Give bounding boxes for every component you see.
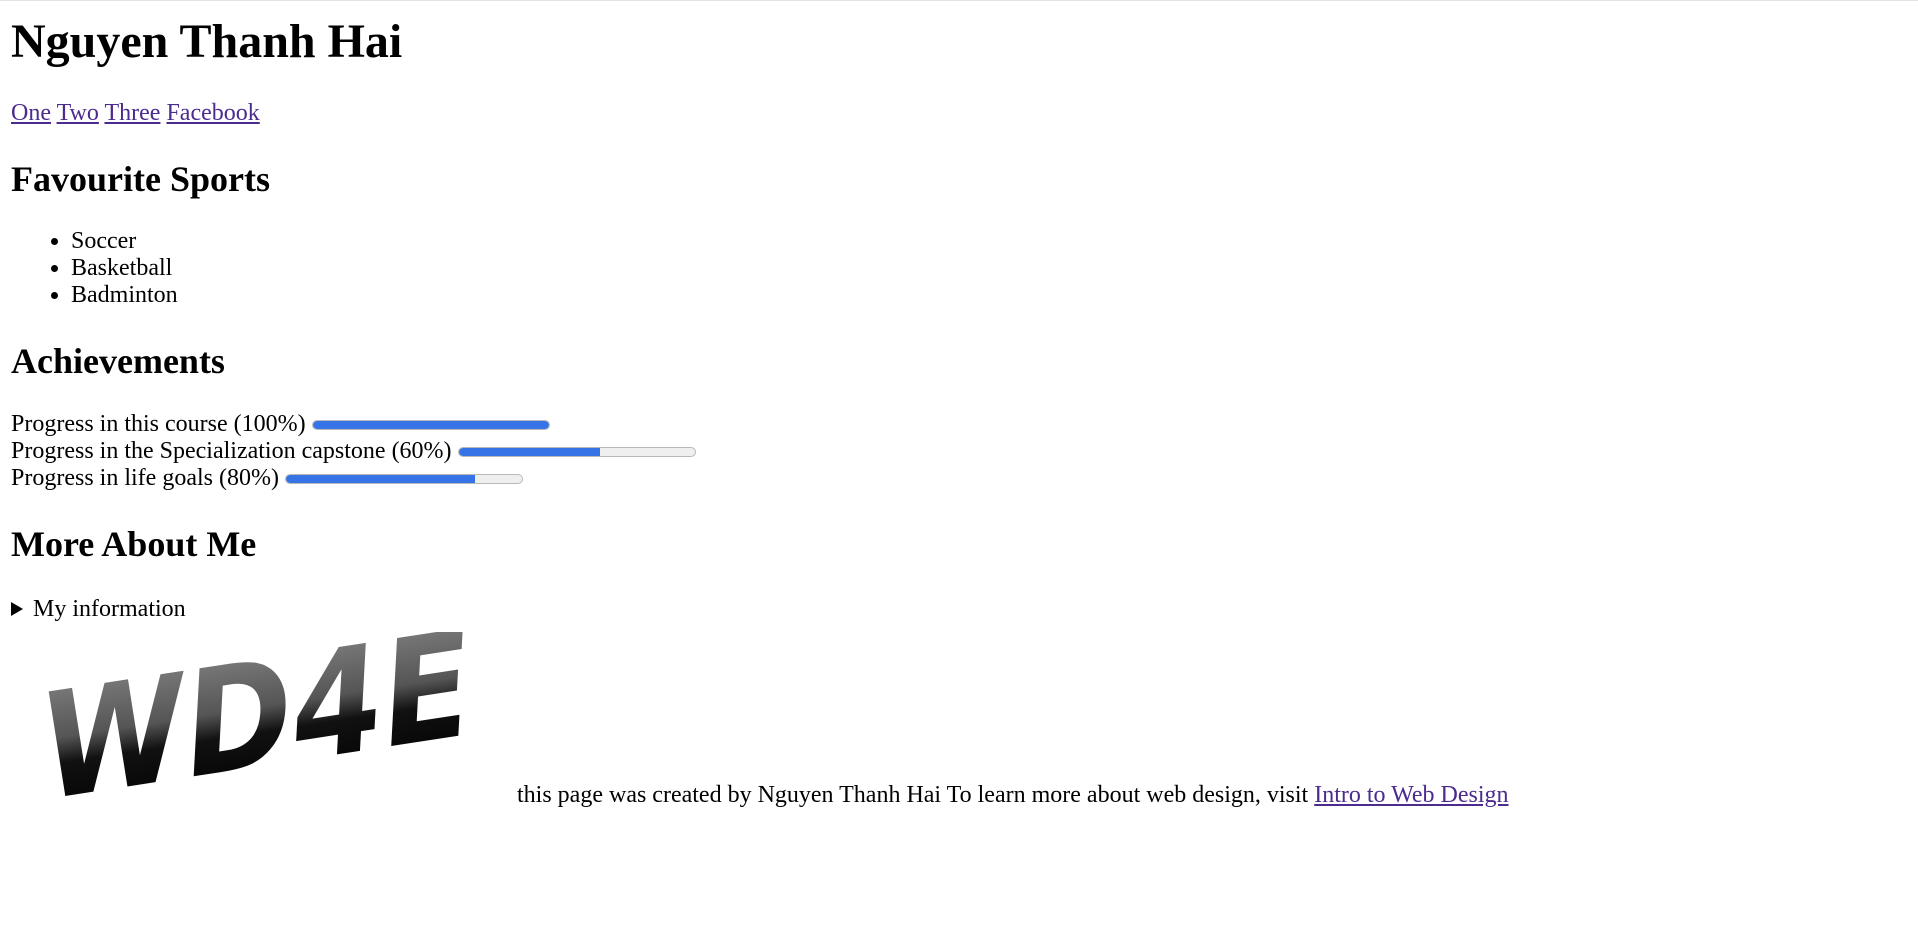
nav-links: One Two Three Facebook xyxy=(11,98,260,128)
nav-link-facebook[interactable]: Facebook xyxy=(166,100,259,126)
logo-text: WD4E xyxy=(37,632,475,812)
nav-link-one[interactable]: One xyxy=(11,100,51,126)
progress-list: Progress in this course (100%) Progress … xyxy=(11,411,696,492)
achievements-heading: Achievements xyxy=(11,341,225,381)
progress-row: Progress in this course (100%) xyxy=(11,411,696,438)
wd4e-logo: WD4E xyxy=(37,632,475,812)
progress-row: Progress in the Specialization capstone … xyxy=(11,438,696,465)
progress-fill xyxy=(458,447,601,456)
progress-bar xyxy=(457,446,696,457)
progress-label: Progress in this course (100%) xyxy=(11,411,306,437)
footer-text: this page was created by Nguyen Thanh Ha… xyxy=(517,780,1509,812)
list-item: Basketball xyxy=(71,255,178,282)
progress-fill xyxy=(285,474,475,483)
nav-link-two[interactable]: Two xyxy=(57,100,99,126)
progress-fill xyxy=(312,420,549,429)
details-summary[interactable]: My information xyxy=(11,594,186,624)
progress-bar xyxy=(284,473,523,484)
progress-bar xyxy=(311,419,550,430)
footer-credit: this page was created by Nguyen Thanh Ha… xyxy=(517,782,1309,808)
details-summary-label: My information xyxy=(33,596,186,622)
list-item: Soccer xyxy=(71,228,178,255)
progress-row: Progress in life goals (80%) xyxy=(11,465,696,492)
intro-web-design-link[interactable]: Intro to Web Design xyxy=(1314,782,1508,808)
sports-heading: Favourite Sports xyxy=(11,159,270,199)
list-item: Badminton xyxy=(71,282,178,309)
nav-link-three[interactable]: Three xyxy=(104,100,160,126)
more-about-heading: More About Me xyxy=(11,524,257,564)
progress-label: Progress in life goals (80%) xyxy=(11,465,279,491)
page-title: Nguyen Thanh Hai xyxy=(11,15,403,68)
footer: WD4E this page was created by Nguyen Tha… xyxy=(33,632,1509,812)
sports-list: Soccer Basketball Badminton xyxy=(11,228,178,309)
disclosure-triangle-icon xyxy=(11,602,23,616)
progress-label: Progress in the Specialization capstone … xyxy=(11,438,452,464)
top-border xyxy=(0,0,1918,1)
